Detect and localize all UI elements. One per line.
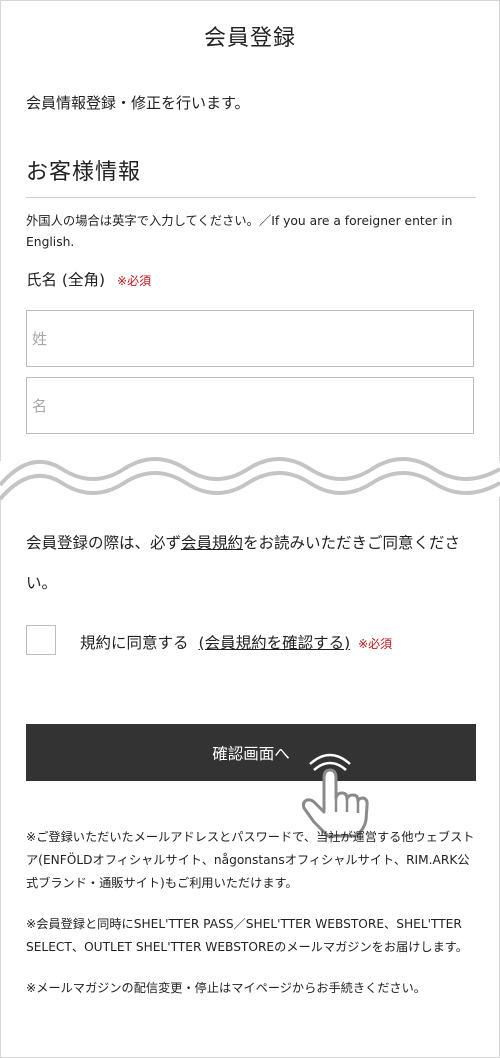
- agree-required-mark: ※必須: [358, 637, 393, 651]
- intro-text: 会員情報登録・修正を行います。: [26, 94, 250, 112]
- wave-separator: [0, 457, 500, 501]
- terms-link[interactable]: 会員規約: [181, 534, 243, 552]
- agreement-text: 会員登録の際は、必ず会員規約をお読みいただきご同意ください。: [26, 523, 476, 603]
- section-heading: お客様情報: [26, 160, 142, 185]
- agree-checkbox[interactable]: [26, 625, 56, 655]
- required-mark: ※必須: [117, 274, 152, 288]
- confirm-terms-link[interactable]: (会員規約を確認する): [199, 634, 351, 652]
- name-label: 氏名 (全角): [26, 271, 106, 289]
- confirm-screen-button[interactable]: 確認画面へ: [26, 724, 476, 781]
- notes-block: ※ご登録いただいたメールアドレスとパスワードで、当社が運営する他ウェブストア(E…: [26, 826, 481, 1018]
- note-item: ※メールマガジンの配信変更・停止はマイページからお手続きください。: [26, 981, 426, 995]
- hand-pointer-icon: [301, 753, 369, 838]
- foreigner-note: 外国人の場合は英字で入力してください。／If you are a foreign…: [26, 214, 453, 249]
- surname-input[interactable]: [26, 310, 474, 367]
- note-item: ※ご登録いただいたメールアドレスとパスワードで、当社が運営する他ウェブストア(E…: [26, 830, 475, 890]
- section-divider: [26, 197, 476, 198]
- note-item: ※会員登録と同時にSHEL'TTER PASS／SHEL'TTER WEBSTO…: [26, 917, 468, 954]
- name-label-row: 氏名 (全角) ※必須: [26, 268, 151, 290]
- page-title: 会員登録: [203, 26, 296, 51]
- agree-checkbox-label[interactable]: 規約に同意する: [80, 634, 189, 652]
- agreement-text-before: 会員登録の際は、必ず: [26, 534, 182, 552]
- agree-checkbox-row: 規約に同意する (会員規約を確認する) ※必須: [80, 631, 392, 653]
